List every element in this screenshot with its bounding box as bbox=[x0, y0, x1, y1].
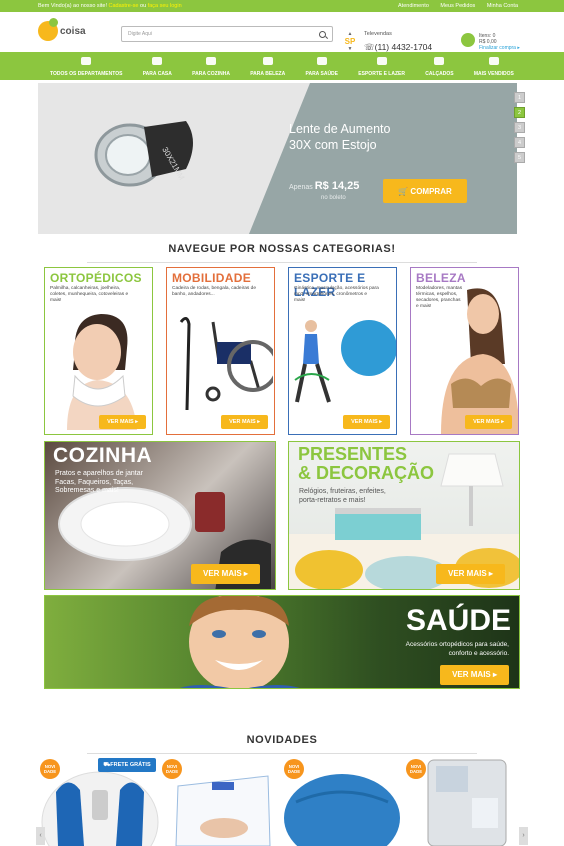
nav-para-beleza[interactable]: PARA BELEZA bbox=[250, 52, 285, 80]
slide-dot-2[interactable]: 2 bbox=[514, 107, 525, 118]
slide-dot-3[interactable]: 3 bbox=[514, 122, 525, 133]
ver-mais-button[interactable]: VER MAIS ▸ bbox=[99, 415, 146, 429]
cozinha-banner[interactable]: COZINHA Pratos e aparelhos de jantar Fac… bbox=[44, 441, 276, 590]
phone-icon: ☏ bbox=[364, 42, 375, 52]
carousel-prev-button[interactable]: ‹ bbox=[36, 827, 45, 845]
nav-esporte-lazer[interactable]: ESPORTE E LAZER bbox=[358, 52, 405, 80]
hair-dryer-icon bbox=[262, 57, 273, 65]
cart-icon bbox=[461, 33, 475, 47]
state-selector[interactable]: ▲ SP ▼ bbox=[343, 31, 357, 52]
logo-mark-icon bbox=[38, 18, 58, 41]
account-link[interactable]: Minha Conta bbox=[487, 3, 518, 9]
welcome-message: Bem Vindo(a) ao nosso site! Cadastre-se … bbox=[38, 3, 182, 9]
checkout-link[interactable]: Finalizar compra ▸ bbox=[479, 45, 520, 51]
login-link[interactable]: faça seu login bbox=[148, 3, 182, 9]
home-icon bbox=[152, 57, 163, 65]
new-product-badge: NOVI DADE bbox=[162, 759, 182, 779]
new-product-badge: NOVI DADE bbox=[40, 759, 60, 779]
novidades-heading: NOVIDADES bbox=[246, 734, 318, 746]
product-cushion-image[interactable] bbox=[282, 772, 402, 846]
support-link[interactable]: Atendimento bbox=[398, 3, 429, 9]
chevron-right-icon: › bbox=[522, 832, 525, 839]
hero-banner[interactable]: 30X21MM Lente de Aumento 30X com Estojo … bbox=[38, 83, 517, 234]
ver-mais-button[interactable]: VER MAIS ▸ bbox=[191, 564, 260, 584]
nav-para-casa[interactable]: PARA CASA bbox=[143, 52, 172, 80]
grid-icon bbox=[81, 57, 92, 65]
ver-mais-button[interactable]: VER MAIS ▸ bbox=[343, 415, 390, 429]
phone-info: Televendas ☏(11) 4432-1704 bbox=[364, 31, 433, 52]
nav-all-departments[interactable]: TODOS OS DEPARTAMENTOS bbox=[50, 52, 122, 80]
nav-calcados[interactable]: CALÇADOS bbox=[425, 52, 454, 80]
slide-pager: 1 2 3 4 5 bbox=[514, 92, 525, 167]
product-pillow-image[interactable] bbox=[172, 766, 274, 846]
ver-mais-button[interactable]: VER MAIS ▸ bbox=[440, 665, 509, 685]
shoe-icon bbox=[434, 57, 445, 65]
category-card-ortopedicos[interactable]: ORTOPÉDICOS Palmilha, calcanheiras, joel… bbox=[44, 267, 153, 435]
search-input[interactable]: Digite Aqui bbox=[121, 26, 333, 42]
feather-icon bbox=[488, 57, 499, 65]
ver-mais-button[interactable]: VER MAIS ▸ bbox=[465, 415, 512, 429]
chevron-left-icon: ‹ bbox=[39, 832, 42, 839]
banner-price-note: no boleto bbox=[321, 195, 346, 201]
new-product-badge: NOVI DADE bbox=[284, 759, 304, 779]
magnifier-lens-image: 30X21MM bbox=[94, 121, 193, 187]
banner-price: Apenas R$ 14,25 bbox=[289, 180, 360, 192]
slide-dot-4[interactable]: 4 bbox=[514, 137, 525, 148]
boy-smiling-image bbox=[179, 596, 300, 688]
neck-collar-image bbox=[67, 314, 137, 430]
ver-mais-button[interactable]: VER MAIS ▸ bbox=[436, 564, 505, 584]
nav-mais-vendidos[interactable]: MAIS VENDIDOS bbox=[474, 52, 514, 80]
pot-icon bbox=[206, 57, 217, 65]
model-image bbox=[441, 288, 518, 434]
top-bar: Bem Vindo(a) ao nosso site! Cadastre-se … bbox=[0, 0, 564, 12]
gym-ball-image bbox=[294, 320, 396, 403]
signup-link[interactable]: Cadastre-se bbox=[109, 3, 139, 9]
wheelchair-image bbox=[179, 317, 273, 411]
slide-dot-5[interactable]: 5 bbox=[514, 152, 525, 163]
top-links: Atendimento Meus Pedidos Minha Conta bbox=[388, 3, 518, 9]
nav-para-cozinha[interactable]: PARA COZINHA bbox=[192, 52, 230, 80]
presentes-banner[interactable]: PRESENTES & DECORAÇÃO Relógios, fruteira… bbox=[288, 441, 520, 590]
banner-title: Lente de Aumento 30X com Estojo bbox=[289, 122, 391, 152]
categories-heading: NAVEGUE POR NOSSAS CATEGORIAS! bbox=[168, 243, 396, 255]
product-foot-massager-image[interactable] bbox=[40, 762, 162, 846]
slide-dot-1[interactable]: 1 bbox=[514, 92, 525, 103]
site-logo[interactable]: coisa bbox=[38, 18, 86, 41]
carousel-next-button[interactable]: › bbox=[519, 827, 528, 845]
ver-mais-button[interactable]: VER MAIS ▸ bbox=[221, 415, 268, 429]
saude-banner[interactable]: SAÚDE Acessórios ortopédicos para saúde,… bbox=[44, 595, 520, 689]
heart-icon bbox=[316, 57, 327, 65]
header: coisa Digite Aqui ▲ SP ▼ Televendas ☏(11… bbox=[0, 12, 564, 52]
category-card-mobilidade[interactable]: MOBILIDADE Cadeira de rodas, bengala, ca… bbox=[166, 267, 275, 435]
runner-icon bbox=[376, 57, 387, 65]
free-shipping-badge: ⛟FRETE GRÁTIS bbox=[98, 758, 156, 772]
nav-para-saude[interactable]: PARA SAÚDE bbox=[306, 52, 338, 80]
cart-summary[interactable]: Itens: 0 R$ 0,00 Finalizar compra ▸ bbox=[461, 33, 520, 51]
category-card-beleza[interactable]: BELEZA Modeladores, mantas térmicas, esp… bbox=[410, 267, 519, 435]
category-card-esporte-lazer[interactable]: ESPORTE E LAZER Ginástica, musculação, a… bbox=[288, 267, 397, 435]
new-product-badge: NOVI DADE bbox=[406, 759, 426, 779]
buy-button[interactable]: 🛒 COMPRAR bbox=[383, 179, 467, 203]
orders-link[interactable]: Meus Pedidos bbox=[440, 3, 475, 9]
main-nav: TODOS OS DEPARTAMENTOS PARA CASA PARA CO… bbox=[0, 52, 564, 80]
cart-icon: 🛒 bbox=[398, 186, 411, 196]
product-posture-image[interactable] bbox=[420, 758, 514, 846]
search-icon[interactable] bbox=[319, 30, 326, 38]
